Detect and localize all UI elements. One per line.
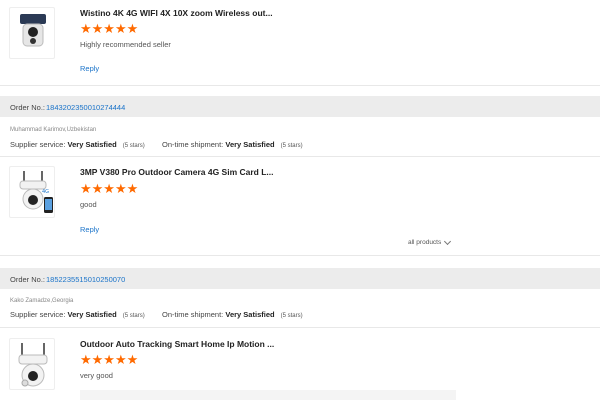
reply-link[interactable]: Reply <box>80 64 99 73</box>
order-number-link[interactable]: 1852235515010250070 <box>46 275 125 284</box>
chevron-down-icon <box>444 237 452 245</box>
supplier-service-rating: Supplier service: Very Satisfied (5 stars… <box>10 140 145 149</box>
product-title[interactable]: 3MP V380 Pro Outdoor Camera 4G Sim Card … <box>80 167 274 177</box>
buyer-name: Kako Zamadze,Georgia <box>10 298 74 304</box>
order-label: Order No.: <box>10 103 46 112</box>
divider <box>0 85 600 86</box>
divider <box>0 255 600 256</box>
all-products-toggle[interactable]: all products <box>408 237 452 246</box>
buyer-name: Muhammad Karimov,Uzbekistan <box>10 127 97 133</box>
all-products-label: all products <box>408 239 442 246</box>
shipment-rating: On-time shipment: Very Satisfied (5 stars… <box>162 310 303 319</box>
shipment-rating: On-time shipment: Very Satisfied (5 stars… <box>162 140 303 149</box>
product-thumbnail[interactable] <box>9 338 55 390</box>
review-comment: Highly recommended seller <box>80 40 171 49</box>
order-label: Order No.: <box>10 275 46 284</box>
reply-link[interactable]: Reply <box>80 225 99 234</box>
product-title[interactable]: Outdoor Auto Tracking Smart Home Ip Moti… <box>80 339 274 349</box>
rating-stars: ★★★★★ <box>80 181 139 196</box>
supplier-service-rating: Supplier service: Very Satisfied (5 stars… <box>10 310 145 319</box>
reply-box[interactable] <box>80 390 456 400</box>
product-thumbnail[interactable]: 4G <box>9 166 55 218</box>
rating-stars: ★★★★★ <box>80 21 139 36</box>
review-comment: good <box>80 200 97 209</box>
rating-stars: ★★★★★ <box>80 352 139 367</box>
product-title[interactable]: Wistino 4K 4G WIFI 4X 10X zoom Wireless … <box>80 8 273 18</box>
product-thumbnail[interactable] <box>9 7 55 59</box>
svg-text:4G: 4G <box>42 189 49 195</box>
divider <box>0 327 600 328</box>
divider <box>0 156 600 157</box>
review-comment: very good <box>80 371 113 380</box>
order-number-link[interactable]: 1843202350010274444 <box>46 103 125 112</box>
